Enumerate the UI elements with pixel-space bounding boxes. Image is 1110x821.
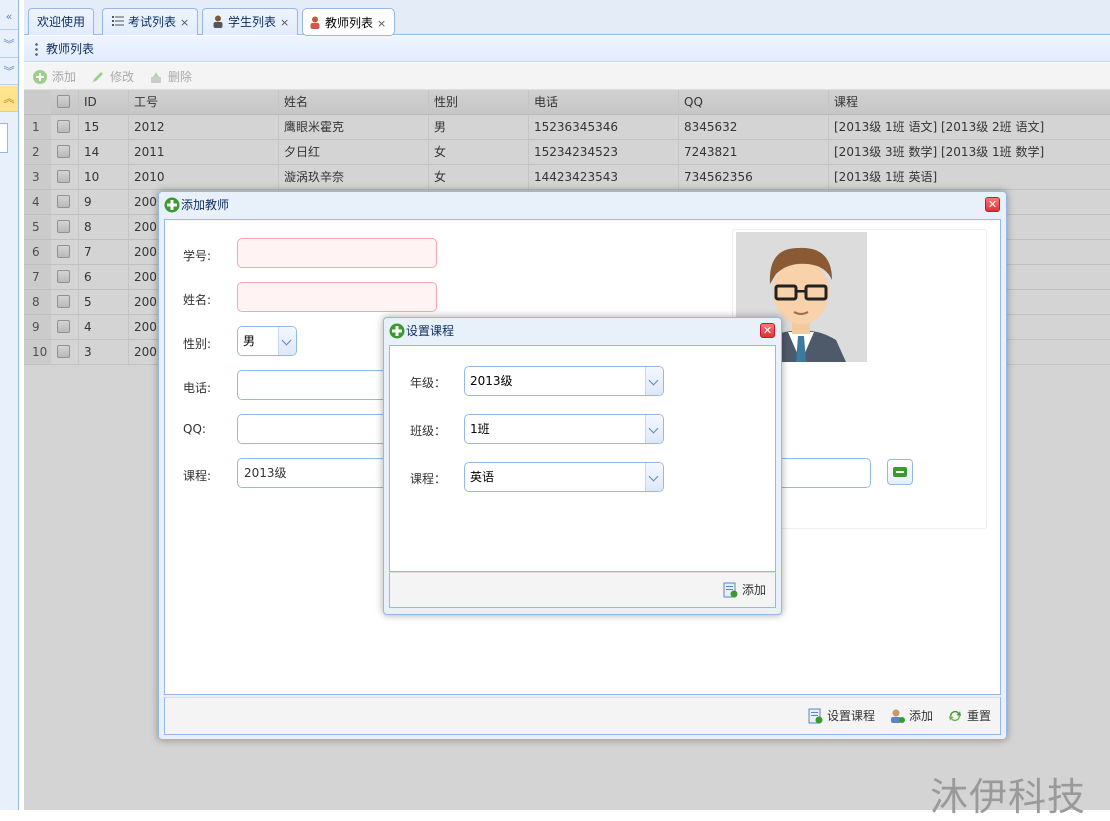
qq-label: QQ: [183,422,206,436]
dialog-title: 设置课程 [406,324,455,338]
class-select[interactable]: 1班 [464,414,664,444]
set-course-button[interactable]: 设置课程 [807,706,875,726]
dialog-header: 添加教师 ✕ [159,192,1006,218]
user-add-icon [891,709,905,723]
set-course-form: 年级： 2013级 班级： 1班 课程： 英语 [389,345,776,572]
add-icon [33,70,47,84]
course-label: 课程: [183,469,212,483]
close-icon[interactable]: × [377,17,386,30]
edit-button[interactable]: 修改 [90,68,134,86]
tab-exam-list[interactable]: 考试列表 × [102,8,199,35]
watermark: 沐伊科技 [930,775,1087,819]
left-sidebar: « ︾ ︾ ︽ [0,0,19,810]
name-input[interactable] [237,282,437,312]
grade-value: 2013级 [470,374,513,388]
add-label: 添加 [52,70,77,84]
close-icon[interactable]: ✕ [985,197,1000,212]
tab-label: 欢迎使用 [37,15,86,29]
collapse-up-icon[interactable]: ︽ [0,86,18,112]
sex-select[interactable]: 男 [237,326,297,356]
grade-select[interactable]: 2013级 [464,366,664,396]
pencil-icon [93,72,103,82]
close-icon[interactable]: ✕ [760,323,775,338]
teacher-icon [310,16,320,29]
student-icon [213,15,223,28]
delete-button[interactable]: 删除 [148,68,192,86]
collapse-left-icon[interactable]: « [0,4,18,30]
class-value: 1班 [470,422,490,436]
grade-label: 年级： [410,376,447,390]
tab-label: 考试列表 [128,15,177,29]
add-icon [164,197,180,213]
add-teacher-button[interactable]: 添加 [889,706,933,726]
dialog-header: 设置课程 ✕ [384,318,781,344]
close-icon[interactable]: × [280,16,289,29]
panel-title: 教师列表 [24,36,1110,62]
sidebar-panel-edge [0,123,8,153]
class-label: 班级： [410,424,447,438]
add-icon [389,323,405,339]
tab-label: 教师列表 [325,16,374,30]
course-value: 英语 [470,470,495,484]
tab-bar: 欢迎使用 考试列表 × 学生列表 × 教师列表 × [24,0,1110,36]
delete-label: 删除 [168,70,193,84]
add-teacher-label: 添加 [909,709,934,723]
dialog-footer: 设置课程 添加 重置 [164,697,1001,735]
name-label: 姓名: [183,293,212,307]
add-button[interactable]: 添加 [32,68,76,86]
edit-label: 修改 [110,70,135,84]
chevron-down-icon[interactable] [278,327,296,355]
document-icon [808,708,823,724]
drag-handle-icon [35,42,38,56]
close-icon[interactable]: × [180,16,189,29]
phone-label: 电话: [183,381,212,395]
panel-title-text: 教师列表 [46,42,95,56]
chevron-down-icon[interactable] [645,415,663,443]
sex-value: 男 [243,334,256,348]
toolbar: 添加 修改 删除 [24,63,1110,90]
tab-teacher-list[interactable]: 教师列表 × [302,8,396,36]
add-course-label: 添加 [742,583,767,597]
refresh-icon [949,711,961,721]
save-icon [723,582,738,598]
expand-down-icon[interactable]: ︾ [0,32,18,58]
chevron-down-icon[interactable] [645,463,663,491]
course-select[interactable]: 英语 [464,462,664,492]
set-course-label: 设置课程 [827,709,876,723]
tab-label: 学生列表 [228,15,277,29]
expand-down-icon-2[interactable]: ︾ [0,59,18,85]
add-course-button[interactable]: 添加 [722,580,766,600]
tab-student-list[interactable]: 学生列表 × [202,8,299,35]
reset-label: 重置 [967,709,992,723]
dialog-footer: 添加 [389,572,776,608]
chevron-down-icon[interactable] [645,367,663,395]
list-icon [112,16,124,26]
set-course-dialog: 设置课程 ✕ 年级： 2013级 班级： 1班 课程： 英语 添加 [383,317,782,615]
tab-welcome[interactable]: 欢迎使用 [28,8,95,35]
student-no-input[interactable] [237,238,437,268]
dialog-title: 添加教师 [181,198,230,212]
delete-icon [151,72,161,83]
course-label: 课程： [410,472,447,486]
sex-label: 性别: [183,337,212,351]
student-no-label: 学号: [183,249,212,263]
reset-button[interactable]: 重置 [947,706,991,726]
